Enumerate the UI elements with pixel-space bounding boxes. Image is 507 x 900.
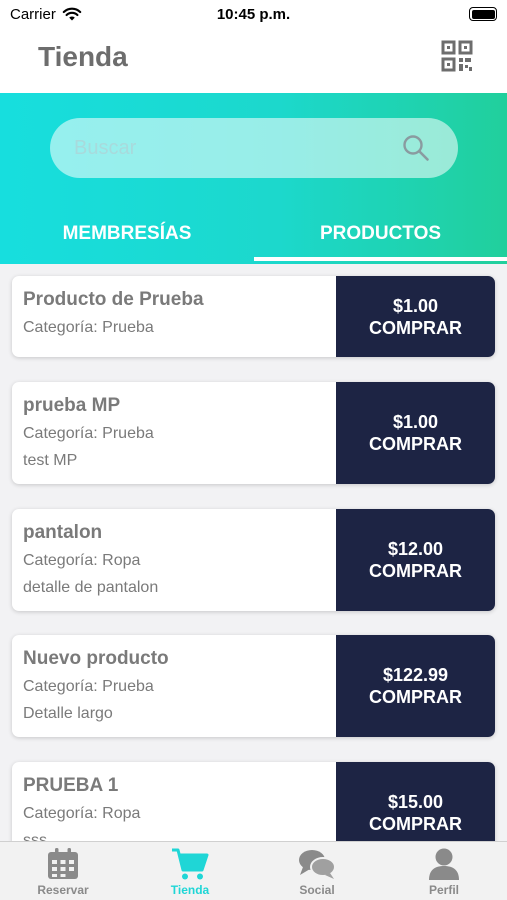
category-value: Ropa — [102, 552, 141, 569]
product-card: Producto de Prueba Categoría: Prueba $1.… — [12, 276, 495, 357]
buy-button[interactable]: $1.00 COMPRAR — [336, 382, 495, 484]
product-card: pantalon Categoría: Ropa detalle de pant… — [12, 509, 495, 611]
product-info: Producto de Prueba Categoría: Prueba — [12, 276, 335, 357]
tab-membresias[interactable]: MEMBRESÍAS — [0, 218, 254, 262]
bottom-tab-bar: Reservar Tienda Social Perfil — [0, 841, 507, 900]
product-price: $1.00 — [392, 295, 439, 316]
cart-icon — [172, 848, 209, 880]
tabbar-item-tienda[interactable]: Tienda — [127, 842, 253, 900]
product-list[interactable]: Producto de Prueba Categoría: Prueba $1.… — [0, 264, 507, 841]
tab-productos-label: PRODUCTOS — [319, 223, 442, 244]
product-price: $1.00 — [392, 412, 439, 432]
tab-membresias-label: MEMBRESÍAS — [62, 223, 192, 244]
tabbar-label: Perfil — [428, 883, 459, 897]
product-info: pantalon Categoría: Ropa detalle de pant… — [12, 509, 335, 611]
product-category: Categoría: Prueba — [23, 423, 335, 445]
product-category: Categoría: Ropa — [23, 803, 335, 825]
product-card: Nuevo producto Categoría: Prueba Detalle… — [12, 635, 495, 737]
category-label: Categoría: — [23, 552, 98, 569]
product-card: prueba MP Categoría: Prueba test MP $1.0… — [12, 382, 495, 484]
person-icon — [429, 848, 459, 880]
active-tab-indicator — [254, 257, 507, 261]
category-label: Categoría: — [23, 678, 98, 695]
product-name: PRUEBA 1 — [23, 775, 119, 796]
tab-productos[interactable]: PRODUCTOS — [254, 218, 507, 262]
product-price: $122.99 — [382, 665, 449, 685]
product-name: prueba MP — [23, 395, 121, 416]
tabbar-label: Social — [299, 883, 335, 897]
product-name: Producto de Prueba — [23, 289, 204, 310]
product-price: $12.00 — [387, 539, 444, 559]
page-title: Tienda — [38, 41, 128, 72]
category-value: Prueba — [102, 678, 154, 695]
search-input[interactable] — [74, 118, 394, 178]
buy-button[interactable]: $12.00 COMPRAR — [336, 509, 495, 611]
tabbar-item-reservar[interactable]: Reservar — [0, 842, 126, 900]
category-value: Prueba — [102, 319, 154, 336]
tabbar-item-social[interactable]: Social — [254, 842, 380, 900]
product-price: $15.00 — [387, 792, 444, 812]
product-info: prueba MP Categoría: Prueba test MP — [12, 382, 335, 484]
product-name: pantalon — [23, 522, 103, 543]
product-card: PRUEBA 1 Categoría: Ropa sss $15.00 COMP… — [12, 762, 495, 841]
category-label: Categoría: — [23, 425, 98, 442]
product-detail: Detalle largo — [23, 705, 113, 722]
category-label: Categoría: — [23, 319, 98, 336]
buy-button[interactable]: $122.99 COMPRAR — [336, 635, 495, 737]
product-category: Categoría: Ropa — [23, 550, 335, 572]
product-info: Nuevo producto Categoría: Prueba Detalle… — [12, 635, 335, 737]
tabbar-label: Reservar — [37, 883, 89, 897]
buy-label: COMPRAR — [369, 561, 462, 581]
qr-code-icon — [441, 40, 473, 72]
product-category: Categoría: Prueba — [23, 317, 335, 339]
buy-label: COMPRAR — [369, 434, 462, 454]
product-detail: detalle de pantalon — [23, 579, 159, 596]
product-info: PRUEBA 1 Categoría: Ropa sss — [12, 762, 335, 841]
store-header-banner: MEMBRESÍAS PRODUCTOS — [0, 93, 507, 264]
category-value: Ropa — [102, 805, 141, 822]
qr-code-button[interactable] — [437, 38, 477, 74]
buy-label: COMPRAR — [369, 317, 462, 338]
category-value: Prueba — [102, 425, 154, 442]
buy-button[interactable]: $15.00 COMPRAR — [336, 762, 495, 841]
status-time: 10:45 p.m. — [216, 6, 291, 23]
buy-label: COMPRAR — [369, 814, 462, 834]
nav-bar: Tienda — [0, 30, 507, 93]
chat-bubbles-icon — [299, 850, 336, 879]
product-name: Nuevo producto — [23, 648, 169, 669]
product-detail: sss — [23, 832, 47, 841]
product-category: Categoría: Prueba — [23, 676, 335, 698]
category-label: Categoría: — [23, 805, 98, 822]
calendar-icon — [48, 848, 78, 879]
product-detail: test MP — [23, 452, 78, 469]
buy-button[interactable]: $1.00 COMPRAR — [336, 276, 495, 357]
battery-icon — [469, 7, 497, 21]
status-bar: Carrier 10:45 p.m. — [0, 0, 507, 30]
tabbar-item-perfil[interactable]: Perfil — [381, 842, 507, 900]
buy-label: COMPRAR — [369, 687, 462, 707]
search-icon[interactable] — [402, 134, 430, 167]
search-bar[interactable] — [50, 118, 458, 178]
tabbar-label: Tienda — [170, 883, 210, 897]
